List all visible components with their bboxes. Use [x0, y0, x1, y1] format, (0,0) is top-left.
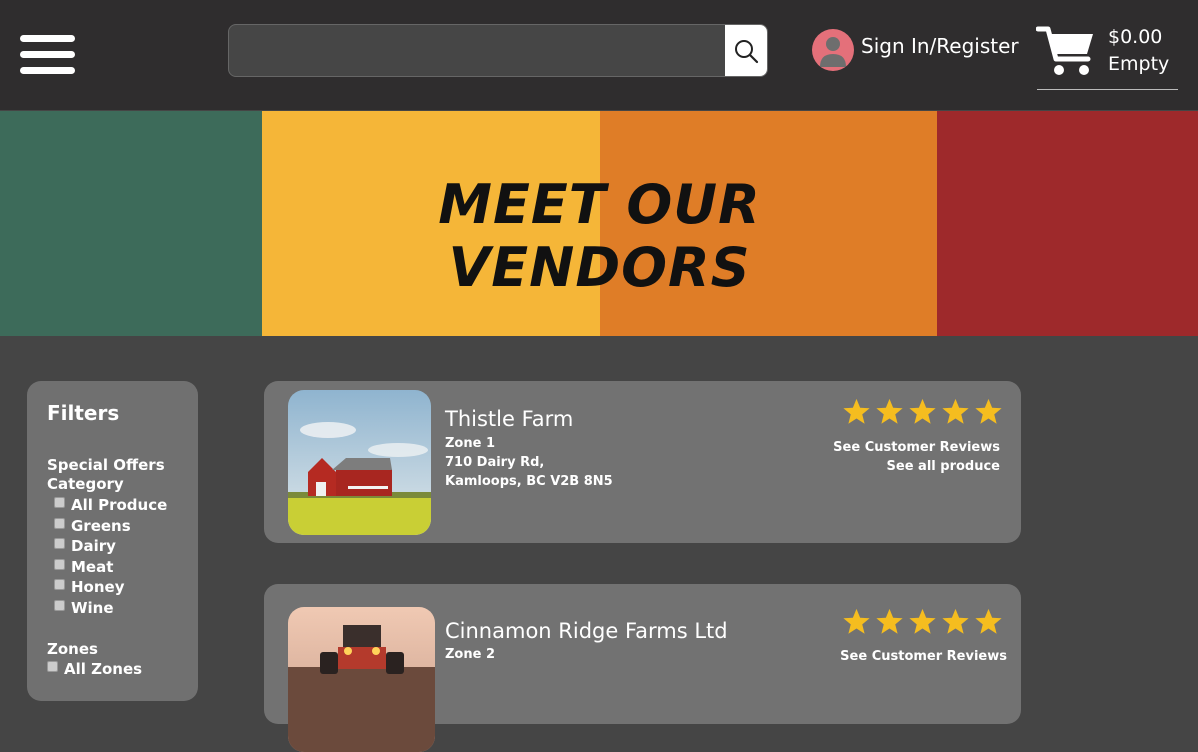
- filter-all-produce[interactable]: All Produce: [54, 496, 167, 514]
- vendor-address-line2: Kamloops, BC V2B 8N5: [445, 474, 613, 489]
- checkbox[interactable]: [54, 558, 65, 570]
- see-all-produce-link[interactable]: See all produce: [887, 459, 1000, 474]
- rating-stars: [840, 397, 1005, 427]
- filter-label: Meat: [71, 558, 114, 576]
- filter-label: All Zones: [64, 660, 143, 678]
- search-input[interactable]: [229, 25, 726, 76]
- vendor-card[interactable]: Cinnamon Ridge Farms Ltd Zone 2 See Cust…: [264, 584, 1021, 752]
- vendors-banner: MEET OUR VENDORS: [0, 111, 1198, 336]
- top-header: Sign In/Register $0.00 Empty: [0, 0, 1198, 110]
- category-label: Category: [47, 475, 124, 493]
- filter-label: Honey: [71, 578, 125, 596]
- vendor-name[interactable]: Cinnamon Ridge Farms Ltd: [445, 619, 728, 643]
- filter-dairy[interactable]: Dairy: [54, 537, 116, 555]
- filter-label: Wine: [71, 599, 114, 617]
- vendor-name[interactable]: Thistle Farm: [445, 407, 573, 431]
- search-button[interactable]: [725, 25, 767, 76]
- star-icon: [876, 398, 903, 424]
- checkbox[interactable]: [54, 599, 65, 611]
- banner-title-line2: VENDORS: [448, 236, 751, 299]
- filter-label: All Produce: [71, 496, 168, 514]
- cart-total[interactable]: $0.00: [1108, 26, 1162, 48]
- star-icon: [942, 398, 969, 424]
- shopping-cart-icon[interactable]: [1035, 25, 1096, 77]
- see-customer-reviews-link[interactable]: See Customer Reviews: [840, 649, 1007, 664]
- zones-label: Zones: [47, 640, 98, 658]
- filters-panel: Filters Special Offers Category All Prod…: [27, 381, 198, 701]
- vendor-photo-barn[interactable]: [288, 390, 431, 535]
- banner-band-red: [937, 111, 1198, 336]
- vendor-address-line1: 710 Dairy Rd,: [445, 455, 545, 470]
- checkbox[interactable]: [54, 537, 65, 549]
- vendor-zone: Zone 1: [445, 436, 496, 451]
- filters-title: Filters: [47, 401, 120, 425]
- vendor-zone: Zone 2: [445, 647, 496, 662]
- rating-stars: [840, 607, 1005, 637]
- checkbox[interactable]: [47, 660, 58, 672]
- star-icon: [876, 608, 903, 634]
- filter-all-zones[interactable]: All Zones: [47, 660, 142, 678]
- filter-meat[interactable]: Meat: [54, 558, 113, 576]
- star-icon: [942, 608, 969, 634]
- search-box: [228, 24, 768, 77]
- cart-divider: [1037, 89, 1178, 90]
- star-icon: [909, 398, 936, 424]
- menu-icon[interactable]: [20, 35, 75, 75]
- checkbox[interactable]: [54, 496, 65, 508]
- see-customer-reviews-link[interactable]: See Customer Reviews: [833, 440, 1000, 455]
- star-icon: [843, 608, 870, 634]
- filter-label: Greens: [71, 517, 131, 535]
- banner-band-green: [0, 111, 262, 336]
- banner-title: MEET OUR VENDORS: [262, 173, 937, 299]
- star-icon: [975, 398, 1002, 424]
- filter-wine[interactable]: Wine: [54, 599, 114, 617]
- filter-greens[interactable]: Greens: [54, 517, 131, 535]
- filter-honey[interactable]: Honey: [54, 578, 125, 596]
- sign-in-register-link[interactable]: Sign In/Register: [861, 34, 1019, 58]
- banner-title-line1: MEET OUR: [438, 173, 761, 236]
- checkbox[interactable]: [54, 578, 65, 590]
- star-icon: [975, 608, 1002, 634]
- filter-label: Dairy: [71, 537, 116, 555]
- checkbox[interactable]: [54, 517, 65, 529]
- user-avatar-icon[interactable]: [812, 29, 854, 71]
- search-icon: [735, 39, 759, 63]
- star-icon: [909, 608, 936, 634]
- cart-status[interactable]: Empty: [1108, 53, 1169, 75]
- star-icon: [843, 398, 870, 424]
- vendor-card[interactable]: Thistle Farm Zone 1 710 Dairy Rd, Kamloo…: [264, 381, 1021, 543]
- special-offers-filter[interactable]: Special Offers: [47, 456, 165, 474]
- vendor-photo-tractor[interactable]: [288, 607, 435, 752]
